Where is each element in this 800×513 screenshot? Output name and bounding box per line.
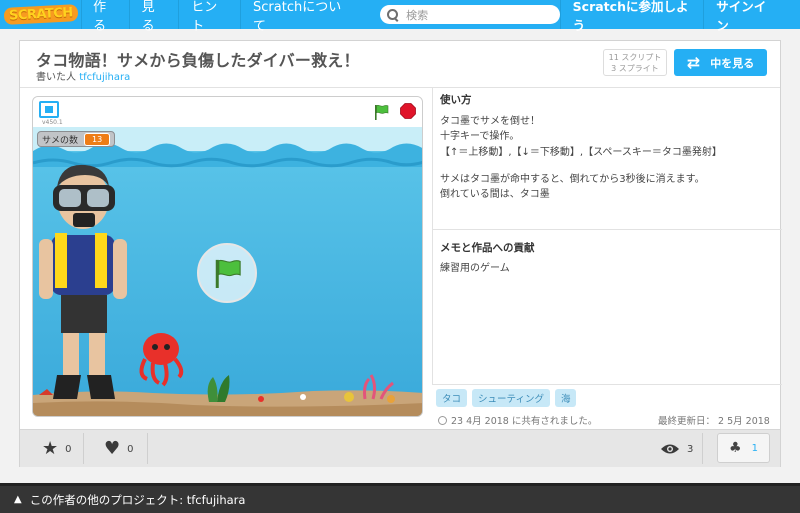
see-inside-button[interactable]: ⇄ 中を見る <box>674 49 767 76</box>
author-link[interactable]: tfcfujihara <box>79 72 130 83</box>
monitor-label: サメの数 <box>42 135 79 146</box>
nav-about[interactable]: Scratchについて <box>240 0 360 34</box>
tag-sea[interactable]: 海 <box>554 389 577 407</box>
love-button[interactable]: ♥ 0 <box>104 430 134 468</box>
scratch-logo[interactable]: SCRATCH <box>0 0 81 29</box>
notes-panel: 使い方 タコ墨でサメを倒せ！ 十字キーで操作。 【↑＝上移動】,【↓＝下移動】,… <box>432 88 782 385</box>
scripts-count: 11 スクリプト <box>608 53 662 62</box>
monitor-value: 13 <box>84 132 111 146</box>
action-divider <box>83 433 84 464</box>
see-inside-label: 中を見る <box>710 56 755 70</box>
credits-text: 練習用のゲーム <box>440 263 510 274</box>
favorite-count: 0 <box>65 443 72 455</box>
tag-list: タコ シューティング 海 <box>436 389 577 407</box>
instructions-line: 十字キーで操作。 <box>440 131 520 142</box>
by-label: 書いた人 <box>36 72 76 83</box>
player-controls: v450.1 <box>33 97 422 127</box>
tag-shooting[interactable]: シューティング <box>472 389 550 407</box>
sprites-count: 3 スプライト <box>611 64 659 73</box>
logo-text: SCRATCH <box>3 4 78 25</box>
instructions-line: 【↑＝上移動】,【↓＝下移動】,【スペースキー＝タコ墨発射】 <box>440 147 722 158</box>
instructions-line: 倒れている間は、タコ墨 <box>440 189 550 200</box>
instructions-heading: 使い方 <box>440 94 472 106</box>
nav-create[interactable]: 作る <box>81 0 129 34</box>
signin-link[interactable]: サインイン <box>703 0 800 33</box>
views-display: 3 <box>660 430 693 468</box>
search-placeholder: 検索 <box>406 8 429 22</box>
favorite-button[interactable]: ★ 0 <box>42 430 72 468</box>
action-bar: ★ 0 ♥ 0 3 ♣ 1 <box>20 429 780 467</box>
nav-explore[interactable]: 見る <box>128 0 179 34</box>
shared-text: 23 4月 2018 に共有されました。 <box>451 416 598 427</box>
instructions-line: サメはタコ墨が命中すると、倒れてから3秒後に消えます。 <box>440 174 705 185</box>
eye-icon <box>661 444 679 454</box>
shared-date: 23 4月 2018 に共有されました。 <box>438 413 597 427</box>
top-nav: SCRATCH 作る 見る ヒント Scratchについて 検索 Scratch… <box>0 0 800 34</box>
byline: 書いた人 tfcfujihara <box>36 68 130 83</box>
player-version: v450.1 <box>42 119 63 126</box>
clock-icon <box>438 415 447 425</box>
project-stats: 11 スクリプト 3 スプライト <box>603 49 667 76</box>
more-projects-text: この作者の他のプロジェクト: tfcfujihara <box>29 492 246 507</box>
stage[interactable]: サメの数 13 <box>33 127 422 416</box>
join-link[interactable]: Scratchに参加しよう <box>559 0 704 33</box>
heart-icon: ♥ <box>104 438 121 459</box>
instructions-line: タコ墨でサメを倒せ！ <box>440 116 540 127</box>
notes-bottom-divider <box>433 384 782 385</box>
nav-tips[interactable]: ヒント <box>178 0 240 34</box>
start-overlay-button[interactable] <box>197 243 257 303</box>
more-projects-bar[interactable]: ▲ この作者の他のプロジェクト: tfcfujihara <box>0 483 800 513</box>
action-divider <box>147 433 148 464</box>
remix-tree-button[interactable]: ♣ 1 <box>717 433 770 463</box>
remix-tree-icon: ♣ <box>729 440 742 456</box>
remix-count: 1 <box>751 442 758 454</box>
view-count: 3 <box>687 443 694 455</box>
notes-divider <box>433 229 782 230</box>
search-input[interactable]: 検索 <box>380 5 560 24</box>
green-flag-icon[interactable] <box>373 104 389 120</box>
action-divider <box>702 433 703 464</box>
project-player: v450.1 サメの数 13 <box>32 96 423 417</box>
project-card: タコ物語！サメから負傷したダイバー救え！ 書いた人 tfcfujihara 11… <box>19 40 782 467</box>
credits-heading: メモと作品への貢献 <box>440 242 535 254</box>
search-icon <box>386 8 400 22</box>
love-count: 0 <box>127 443 134 455</box>
stop-sign-icon[interactable] <box>400 103 416 119</box>
modified-date: 最終更新日： 2 5月 2018 <box>658 416 770 427</box>
variable-monitor: サメの数 13 <box>37 131 116 147</box>
tag-octopus[interactable]: タコ <box>436 389 468 407</box>
expand-up-icon: ▲ <box>14 494 22 505</box>
remix-arrows-icon: ⇄ <box>686 52 701 72</box>
fullscreen-icon[interactable] <box>39 101 59 118</box>
big-green-flag-icon <box>215 259 241 288</box>
star-icon: ★ <box>42 438 59 459</box>
